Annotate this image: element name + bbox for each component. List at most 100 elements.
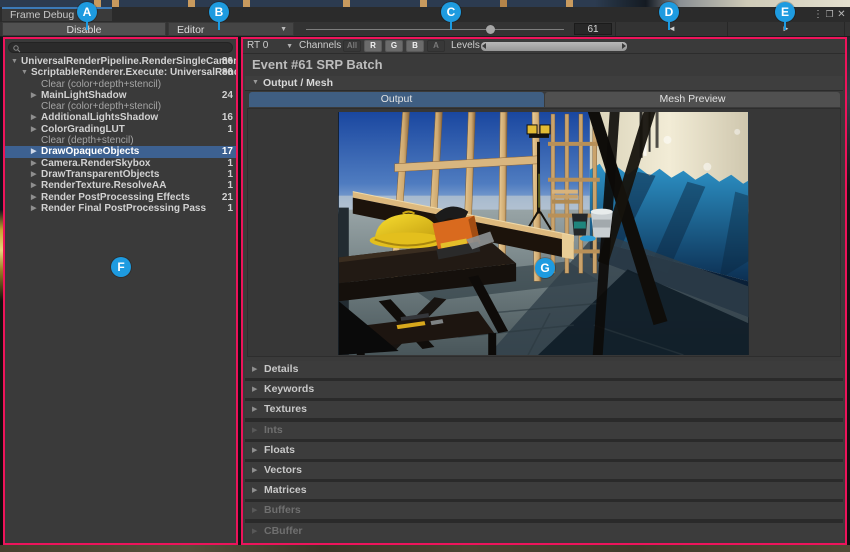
foldout-collapsed-icon[interactable]: ▶ bbox=[31, 203, 41, 214]
event-label: ColorGradingLUT bbox=[41, 124, 125, 135]
foldout-collapsed-icon: ▶ bbox=[252, 527, 257, 535]
levels-min-handle[interactable] bbox=[482, 43, 486, 49]
tree-row[interactable]: Clear (depth+stencil) bbox=[5, 135, 236, 146]
tree-row[interactable]: Clear (color+depth+stencil) bbox=[5, 101, 236, 112]
event-label: Clear (depth+stencil) bbox=[41, 135, 134, 146]
tree-row[interactable]: ▶ColorGradingLUT1 bbox=[5, 124, 236, 135]
target-dropdown-label: Editor bbox=[177, 24, 204, 36]
event-search-input[interactable] bbox=[8, 42, 233, 53]
section-vectors[interactable]: ▶ Vectors bbox=[245, 462, 843, 479]
event-tree: ▼UniversalRenderPipeline.RenderSingleCam… bbox=[5, 56, 236, 214]
channel-button-r[interactable]: R bbox=[364, 40, 382, 52]
section-floats[interactable]: ▶Floats bbox=[245, 442, 843, 459]
tree-row[interactable]: Clear (color+depth+stencil) bbox=[5, 79, 236, 90]
event-count: 1 bbox=[227, 158, 233, 169]
tree-row[interactable]: ▶DrawTransparentObjects 1 bbox=[5, 169, 236, 180]
foldout-expanded-icon: ▼ bbox=[252, 79, 259, 86]
slider-thumb[interactable] bbox=[486, 25, 495, 34]
event-label: Clear (color+depth+stencil) bbox=[41, 101, 161, 112]
section-buffers[interactable]: ▶ Buffers bbox=[245, 502, 843, 519]
tree-row[interactable]: ▶Render PostProcessing Effects21 bbox=[5, 192, 236, 203]
foldout-collapsed-icon[interactable]: ▶ bbox=[31, 158, 41, 169]
event-count: 24 bbox=[222, 90, 233, 101]
tree-row[interactable]: ▶AdditionalLightsShadow16 bbox=[5, 112, 236, 123]
event-details-panel: RT 0 ▼ Channels AllRGBA Levels Event #61… bbox=[241, 37, 847, 545]
render-preview-image bbox=[338, 112, 749, 355]
foldout-collapsed-icon: ▶ bbox=[252, 405, 257, 413]
scene-background-bottom bbox=[0, 545, 850, 552]
tab-mesh-preview[interactable]: Mesh Preview bbox=[545, 92, 840, 107]
event-count: 86 bbox=[222, 56, 233, 67]
section-details[interactable]: ▶Details bbox=[245, 361, 843, 378]
levels-slider[interactable] bbox=[481, 42, 627, 51]
callout-c: C bbox=[441, 2, 461, 30]
foldout-collapsed-icon: ▶ bbox=[252, 446, 257, 454]
foldout-collapsed-icon[interactable]: ▶ bbox=[31, 124, 41, 135]
event-count: 17 bbox=[222, 146, 233, 157]
event-label: MainLightShadow bbox=[41, 90, 127, 101]
tree-row[interactable]: ▶Render Final PostProcessing Pass1 bbox=[5, 203, 236, 214]
maximize-icon[interactable]: ❐ bbox=[824, 9, 835, 20]
event-label: DrawTransparentObjects bbox=[41, 169, 159, 180]
foldout-collapsed-icon: ▶ bbox=[252, 486, 257, 494]
section-label: Ints bbox=[264, 424, 283, 436]
tree-row[interactable]: ▼UniversalRenderPipeline.RenderSingleCam… bbox=[5, 56, 236, 67]
close-icon[interactable]: ✕ bbox=[836, 9, 847, 20]
foldout-collapsed-icon[interactable]: ▶ bbox=[31, 90, 41, 101]
event-label: Clear (color+depth+stencil) bbox=[41, 79, 161, 90]
foldout-collapsed-icon[interactable]: ▶ bbox=[31, 192, 41, 203]
chevron-down-icon: ▼ bbox=[280, 23, 287, 37]
section-label: Matrices bbox=[264, 484, 307, 496]
tab-output[interactable]: Output bbox=[249, 92, 544, 107]
search-icon bbox=[13, 45, 21, 53]
event-label: Camera.RenderSkybox bbox=[41, 158, 151, 169]
section-label: Vectors bbox=[264, 464, 302, 476]
foldout-expanded-icon[interactable]: ▼ bbox=[11, 56, 21, 67]
window-menu-icon[interactable]: ⋮ bbox=[812, 9, 823, 20]
event-count: 16 bbox=[222, 112, 233, 123]
foldout-expanded-icon[interactable]: ▼ bbox=[21, 67, 31, 78]
rt-dropdown-label: RT 0 bbox=[247, 40, 268, 51]
event-count: 1 bbox=[227, 169, 233, 180]
channel-button-g[interactable]: G bbox=[385, 40, 403, 52]
tree-row[interactable]: ▶DrawOpaqueObjects 17 bbox=[5, 146, 236, 157]
event-count: 86 bbox=[222, 67, 233, 78]
section-cbuffer[interactable]: ▶CBuffer bbox=[245, 523, 843, 540]
tree-row[interactable]: ▶MainLightShadow 24 bbox=[5, 90, 236, 101]
frame-number-field[interactable]: 61 bbox=[574, 23, 612, 35]
event-label: DrawOpaqueObjects bbox=[41, 146, 139, 157]
foldout-collapsed-icon[interactable]: ▶ bbox=[31, 169, 41, 180]
channel-buttons: AllRGBA bbox=[343, 41, 445, 51]
callout-b: B bbox=[209, 2, 229, 30]
tree-row[interactable]: ▼ScriptableRenderer.Execute: UniversalRe… bbox=[5, 67, 236, 78]
levels-max-handle[interactable] bbox=[622, 43, 626, 49]
foldout-label: Output / Mesh bbox=[263, 77, 333, 89]
rt-dropdown[interactable]: RT 0 ▼ bbox=[247, 40, 295, 52]
property-sections: ▶Details▶Keywords▶Textures▶Ints▶Floats▶V… bbox=[245, 361, 843, 540]
frame-slider[interactable] bbox=[300, 22, 568, 36]
event-label: Render Final PostProcessing Pass bbox=[41, 203, 206, 214]
event-count: 1 bbox=[227, 180, 233, 191]
section-matrices[interactable]: ▶ Matrices bbox=[245, 482, 843, 499]
event-label: ScriptableRenderer.Execute: UniversalRen… bbox=[31, 67, 236, 78]
render-target-toolbar: RT 0 ▼ Channels AllRGBA Levels bbox=[243, 39, 845, 54]
foldout-collapsed-icon: ▶ bbox=[252, 365, 257, 373]
channel-button-a[interactable]: A bbox=[427, 40, 445, 52]
foldout-collapsed-icon[interactable]: ▶ bbox=[31, 146, 41, 157]
section-textures[interactable]: ▶Textures bbox=[245, 401, 843, 418]
foldout-collapsed-icon[interactable]: ▶ bbox=[31, 180, 41, 191]
channel-button-all[interactable]: All bbox=[343, 40, 361, 52]
frame-debugger-window: Frame Debug ⋮ ❐ ✕ Disable Editor ▼ 61 ◄ … bbox=[0, 0, 850, 552]
section-keywords[interactable]: ▶Keywords bbox=[245, 381, 843, 398]
foldout-collapsed-icon: ▶ bbox=[252, 506, 257, 514]
target-dropdown[interactable]: Editor ▼ bbox=[168, 22, 294, 36]
tree-row[interactable]: ▶Camera.RenderSkybox 1 bbox=[5, 158, 236, 169]
section-label: Buffers bbox=[264, 504, 301, 516]
render-preview-svg bbox=[338, 112, 749, 355]
foldout-collapsed-icon[interactable]: ▶ bbox=[31, 112, 41, 123]
output-mesh-foldout[interactable]: ▼ Output / Mesh bbox=[245, 76, 843, 91]
channel-button-b[interactable]: B bbox=[406, 40, 424, 52]
section-ints[interactable]: ▶Ints bbox=[245, 422, 843, 439]
tree-row[interactable]: ▶RenderTexture.ResolveAA1 bbox=[5, 180, 236, 191]
foldout-collapsed-icon: ▶ bbox=[252, 466, 257, 474]
